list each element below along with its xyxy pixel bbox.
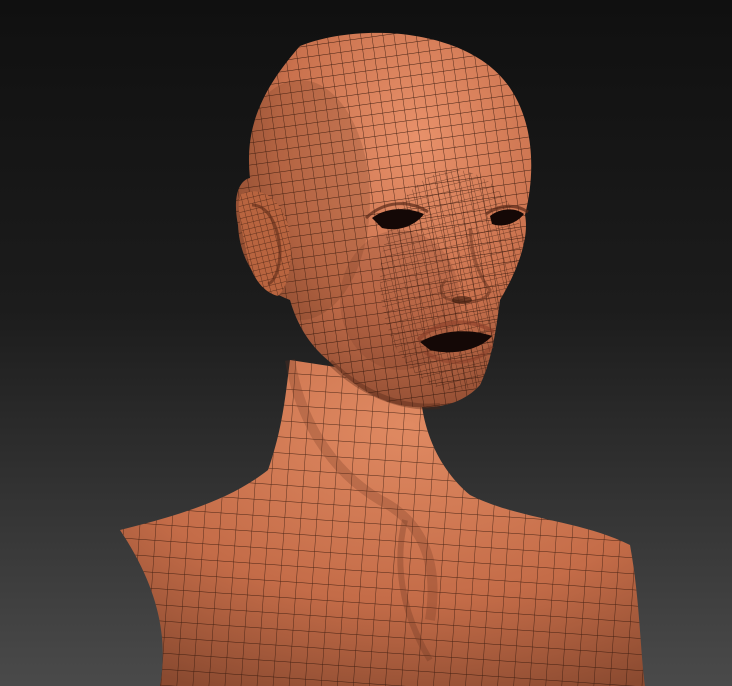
sculpt-viewport[interactable] (0, 0, 732, 686)
bust-render (0, 0, 732, 686)
